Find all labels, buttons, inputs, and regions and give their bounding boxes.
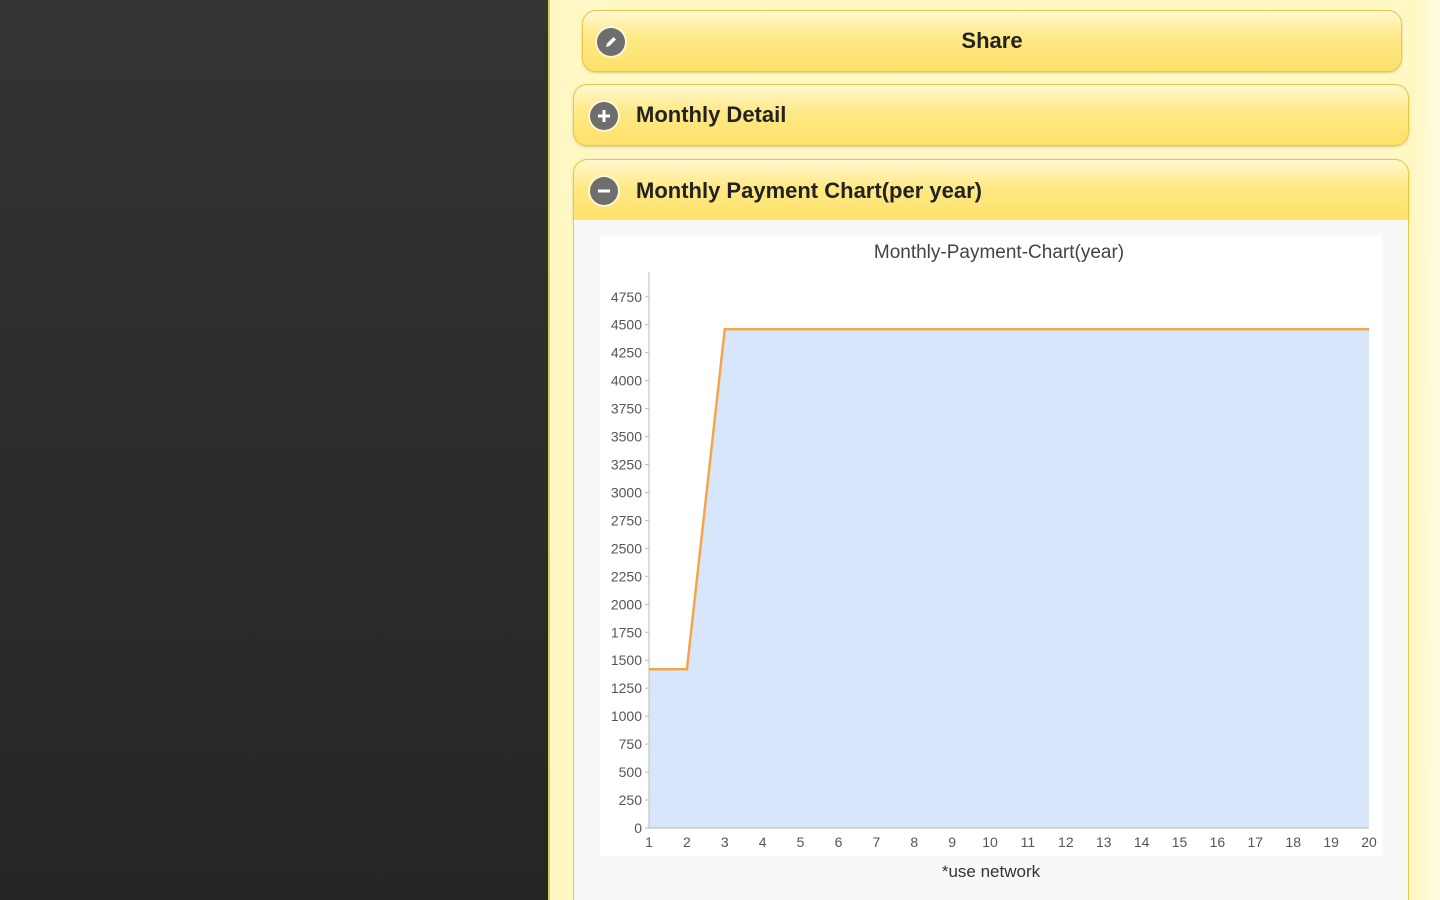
x-tick-label: 13 xyxy=(1096,834,1112,850)
y-tick-label: 3750 xyxy=(611,401,642,417)
y-tick-label: 2750 xyxy=(611,512,642,528)
y-tick-label: 250 xyxy=(619,792,643,808)
y-tick-label: 1500 xyxy=(611,652,642,668)
x-tick-label: 19 xyxy=(1323,834,1339,850)
monthly-detail-header[interactable]: Monthly Detail xyxy=(573,84,1409,146)
y-tick-label: 500 xyxy=(619,764,643,780)
y-tick-label: 2500 xyxy=(611,540,642,556)
monthly-chart-label: Monthly Payment Chart(per year) xyxy=(636,177,982,203)
x-tick-label: 15 xyxy=(1172,834,1188,850)
minus-circle-icon xyxy=(590,177,618,205)
panel-edge xyxy=(1410,0,1440,900)
x-tick-label: 1 xyxy=(645,834,653,850)
x-tick-label: 8 xyxy=(910,834,918,850)
pencil-icon xyxy=(597,28,625,56)
y-tick-label: 4250 xyxy=(611,345,642,361)
y-tick-label: 1750 xyxy=(611,624,642,640)
share-button[interactable]: Share xyxy=(582,10,1402,72)
y-tick-label: 3000 xyxy=(611,484,642,500)
x-tick-label: 9 xyxy=(948,834,956,850)
x-tick-label: 7 xyxy=(872,834,880,850)
y-tick-label: 4750 xyxy=(611,289,642,305)
y-tick-label: 750 xyxy=(619,736,643,752)
monthly-detail-label: Monthly Detail xyxy=(636,102,787,127)
x-tick-label: 14 xyxy=(1134,834,1150,850)
x-tick-label: 2 xyxy=(683,834,691,850)
y-tick-label: 1250 xyxy=(611,680,642,696)
y-tick-label: 3250 xyxy=(611,457,642,473)
y-tick-label: 1000 xyxy=(611,708,642,724)
x-tick-label: 6 xyxy=(835,834,843,850)
y-tick-label: 0 xyxy=(634,820,642,836)
plus-circle-icon xyxy=(590,102,618,130)
y-tick-label: 3500 xyxy=(611,429,642,445)
y-tick-label: 4500 xyxy=(611,317,642,333)
y-tick-label: 4000 xyxy=(611,373,642,389)
x-tick-label: 5 xyxy=(797,834,805,850)
area-fill xyxy=(649,329,1369,828)
x-tick-label: 11 xyxy=(1021,834,1036,850)
x-tick-label: 4 xyxy=(759,834,767,850)
x-tick-label: 12 xyxy=(1058,834,1074,850)
x-tick-label: 16 xyxy=(1210,834,1226,850)
chart-card: Monthly-Payment-Chart(year) 0 250 500 750 100… xyxy=(600,236,1382,856)
monthly-chart-header[interactable]: Monthly Payment Chart(per year) xyxy=(573,159,1409,221)
x-tick-label: 18 xyxy=(1285,834,1301,850)
x-tick-label: 10 xyxy=(982,834,998,850)
share-button-label: Share xyxy=(961,28,1023,53)
background-area xyxy=(0,0,548,900)
chart-title: Monthly-Payment-Chart(year) xyxy=(874,242,1124,263)
footnote: *use network xyxy=(941,862,1041,881)
payment-chart: Monthly-Payment-Chart(year) 0 250 500 750 100… xyxy=(611,242,1377,850)
y-tick-label: 2000 xyxy=(611,596,642,612)
x-tick-label: 17 xyxy=(1248,834,1264,850)
y-tick-label: 2250 xyxy=(611,568,642,584)
x-tick-label: 3 xyxy=(721,834,729,850)
x-tick-label: 20 xyxy=(1361,834,1377,850)
